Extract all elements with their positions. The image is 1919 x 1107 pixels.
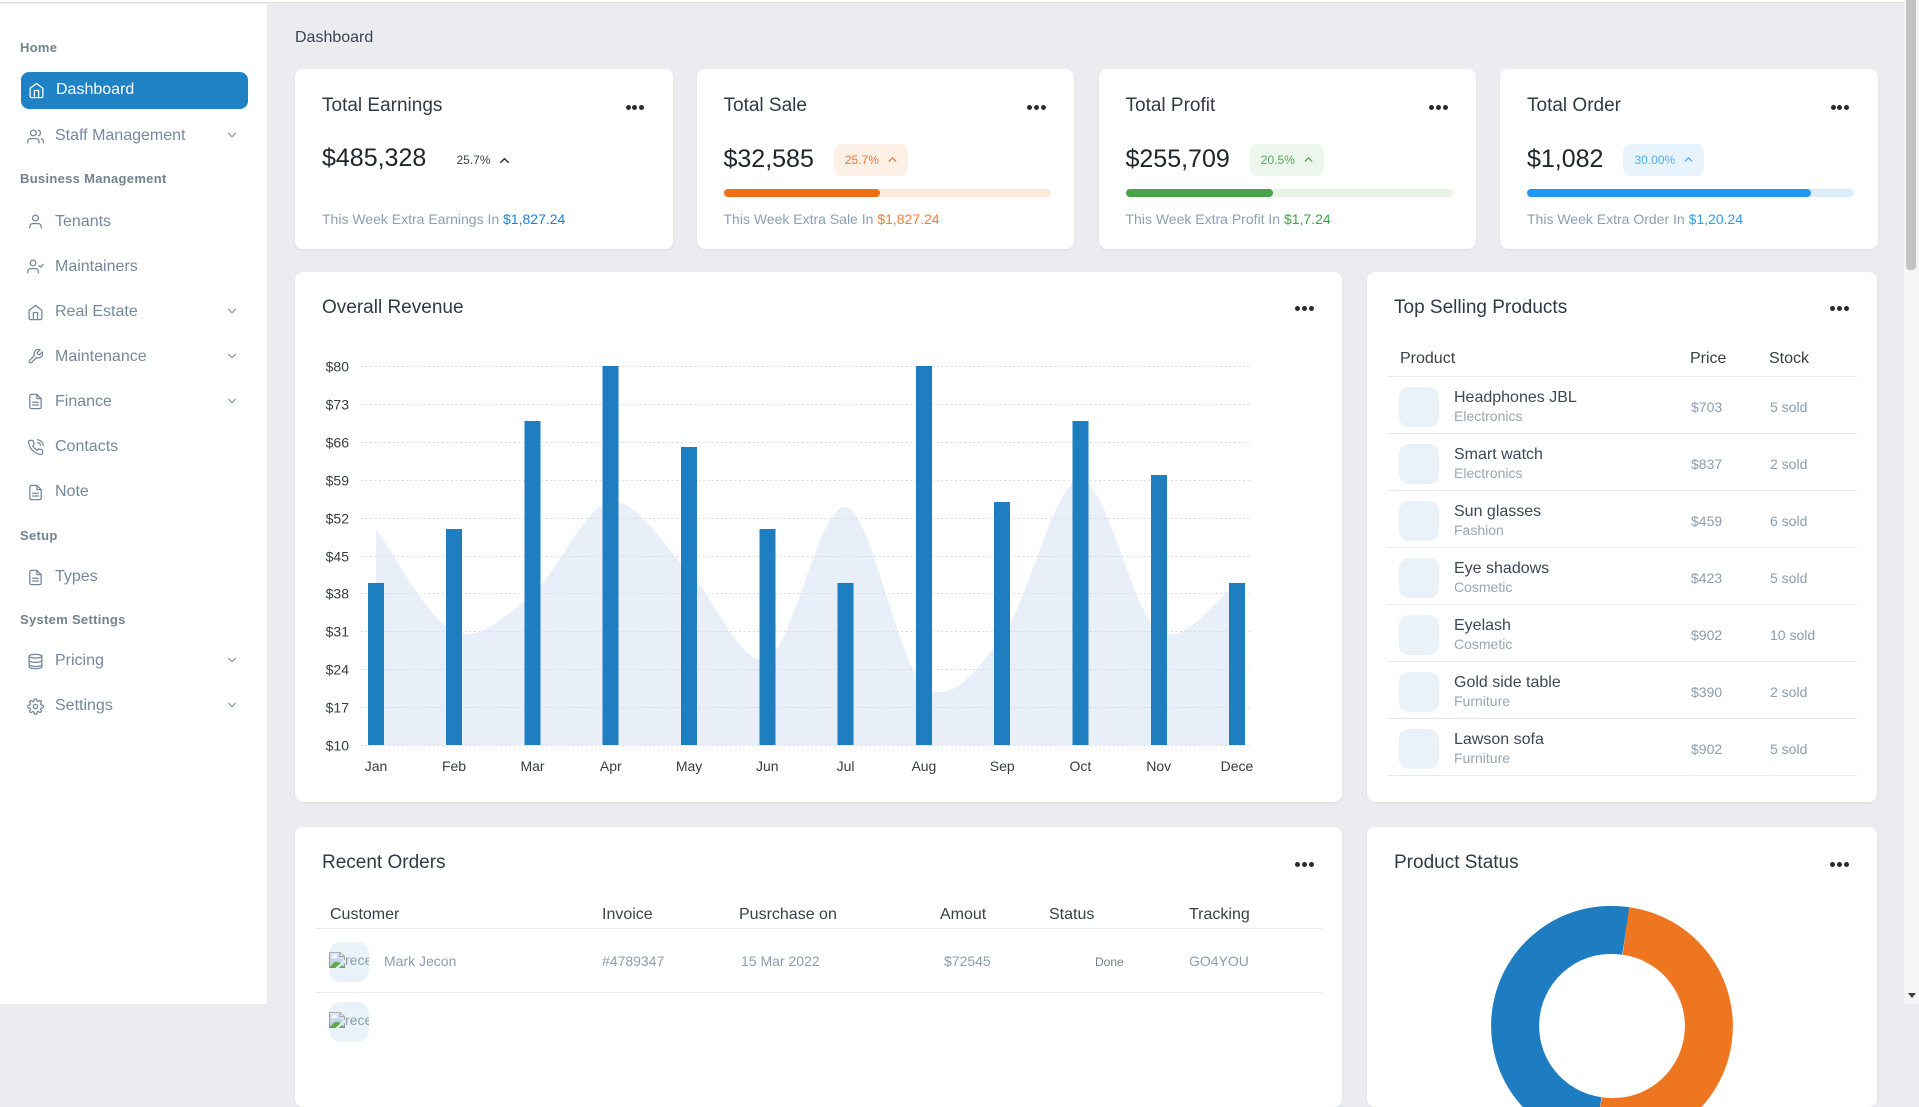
svg-text:Jan: Jan [365, 758, 388, 774]
svg-text:Nov: Nov [1146, 758, 1171, 774]
svg-text:Sep: Sep [990, 758, 1015, 774]
svg-text:May: May [676, 758, 702, 774]
svg-text:$59: $59 [326, 473, 350, 489]
svg-text:$73: $73 [326, 397, 350, 413]
svg-text:Aug: Aug [911, 758, 936, 774]
svg-text:Apr: Apr [600, 758, 622, 774]
svg-text:$24: $24 [326, 662, 350, 678]
svg-text:$31: $31 [326, 624, 350, 640]
svg-text:$52: $52 [326, 511, 350, 527]
svg-text:Dece: Dece [1221, 758, 1254, 774]
svg-text:Jun: Jun [756, 758, 779, 774]
svg-text:Jul: Jul [837, 758, 855, 774]
svg-text:$80: $80 [326, 359, 350, 375]
svg-text:$10: $10 [326, 738, 350, 754]
svg-text:Oct: Oct [1070, 758, 1092, 774]
svg-text:$38: $38 [326, 586, 350, 602]
svg-text:Mar: Mar [520, 758, 544, 774]
svg-text:$66: $66 [326, 435, 350, 451]
svg-text:Feb: Feb [442, 758, 466, 774]
svg-text:$17: $17 [326, 700, 350, 716]
svg-text:$45: $45 [326, 549, 350, 565]
